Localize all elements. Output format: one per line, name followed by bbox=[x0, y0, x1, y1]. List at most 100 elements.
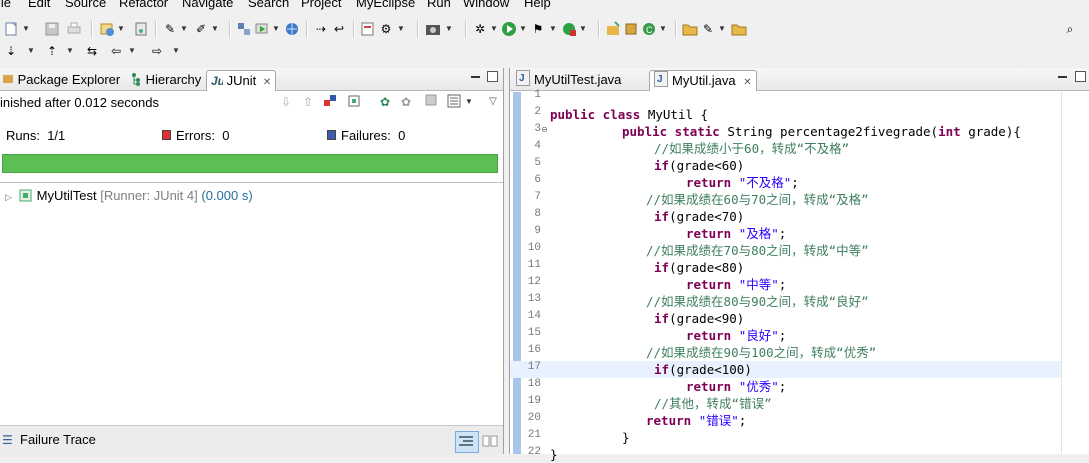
tab-package-explorer[interactable]: Package Explorer bbox=[2, 70, 120, 90]
external-tools-icon[interactable] bbox=[561, 21, 577, 37]
bug-icon[interactable]: ✲ bbox=[472, 21, 488, 37]
chevron-down-icon[interactable]: ▼ bbox=[490, 24, 498, 33]
menu-help[interactable]: Help bbox=[524, 0, 551, 10]
rerun-failed-first-icon[interactable]: ✿ bbox=[398, 94, 414, 110]
maximize-icon[interactable] bbox=[1075, 71, 1086, 82]
view-menu-icon[interactable]: ▽ bbox=[485, 94, 501, 110]
new-class-icon[interactable] bbox=[360, 21, 376, 37]
menu-source[interactable]: Source bbox=[65, 0, 106, 10]
code-line[interactable]: 1 bbox=[510, 89, 1070, 106]
test-run-history-icon[interactable] bbox=[446, 94, 462, 110]
menu-myeclipse[interactable]: MyEclipse bbox=[356, 0, 415, 10]
close-icon[interactable]: ✕ bbox=[743, 77, 751, 88]
code-line[interactable]: 6 return "不及格"; bbox=[510, 174, 1070, 191]
close-icon[interactable]: ✕ bbox=[263, 77, 271, 88]
chevron-down-icon[interactable]: ▼ bbox=[66, 46, 74, 55]
expand-arrow-icon[interactable]: ▷ bbox=[5, 192, 15, 203]
menu-navigate[interactable]: Navigate bbox=[182, 0, 233, 10]
browser-icon[interactable] bbox=[284, 21, 300, 37]
menu-file[interactable]: ile bbox=[0, 0, 11, 10]
last-edit-icon[interactable]: ⇆ bbox=[84, 43, 100, 59]
chevron-down-icon[interactable]: ▼ bbox=[117, 24, 125, 33]
coverage-icon[interactable]: ⚑ bbox=[530, 21, 546, 37]
code-line[interactable]: 13 //如果成绩在80与90之间，转成“良好” bbox=[510, 293, 1070, 310]
code-line[interactable]: 15 return "良好"; bbox=[510, 327, 1070, 344]
pen-icon[interactable]: ✎ bbox=[700, 21, 716, 37]
run-server-icon[interactable] bbox=[254, 21, 270, 37]
code-area[interactable]: 1 2 public class MyUtil {3 ⊖ public static S… bbox=[510, 89, 1089, 462]
folder-icon[interactable] bbox=[731, 21, 747, 37]
test-tree-item[interactable]: ▷ MyUtilTest [Runner: JUnit 4] (0.000 s) bbox=[5, 188, 253, 203]
tab-myutiltest-java[interactable]: MyUtilTest.java bbox=[516, 69, 621, 90]
chevron-down-icon[interactable]: ▼ bbox=[718, 24, 726, 33]
new-java-project-icon[interactable] bbox=[605, 21, 621, 37]
chevron-down-icon[interactable]: ▼ bbox=[27, 46, 35, 55]
new-icon[interactable] bbox=[3, 21, 19, 37]
code-line[interactable]: 11 if(grade<80) bbox=[510, 259, 1070, 276]
previous-failure-icon[interactable]: ⇧ bbox=[300, 94, 316, 110]
code-line[interactable]: 4 //如果成绩小于60，转成“不及格” bbox=[510, 140, 1070, 157]
chevron-down-icon[interactable]: ▼ bbox=[180, 24, 188, 33]
new-web-project-icon[interactable] bbox=[99, 21, 115, 37]
open-type-icon[interactable]: ⇢ bbox=[313, 21, 329, 37]
code-line[interactable]: 20 return "错误"; bbox=[510, 412, 1070, 429]
prev-annotation-icon[interactable]: ⇡ bbox=[44, 43, 60, 59]
tab-myutil-java[interactable]: MyUtil.java ✕ bbox=[649, 70, 757, 91]
save-icon[interactable] bbox=[44, 21, 60, 37]
stop-icon[interactable] bbox=[423, 94, 439, 110]
code-line[interactable]: 5 if(grade<60) bbox=[510, 157, 1070, 174]
debug-run-icon[interactable]: ✎ bbox=[162, 21, 178, 37]
chevron-down-icon[interactable]: ▼ bbox=[579, 24, 587, 33]
code-line[interactable]: 19 //其他，转成“错误” bbox=[510, 395, 1070, 412]
camera-icon[interactable] bbox=[425, 21, 441, 37]
menu-project[interactable]: Project bbox=[301, 0, 341, 10]
code-line[interactable]: 21} bbox=[510, 429, 1070, 446]
minimize-icon[interactable] bbox=[1058, 76, 1067, 78]
chevron-down-icon[interactable]: ▼ bbox=[128, 46, 136, 55]
forward-icon[interactable]: ⇨ bbox=[149, 43, 165, 59]
code-line[interactable]: 8 if(grade<70) bbox=[510, 208, 1070, 225]
rerun-test-icon[interactable]: ✿ bbox=[377, 94, 393, 110]
open-resource-icon[interactable]: ↩ bbox=[331, 21, 347, 37]
tab-junit[interactable]: Ju JUnit ✕ bbox=[206, 70, 277, 91]
code-line[interactable]: 22} bbox=[510, 446, 1070, 463]
chevron-down-icon[interactable]: ▼ bbox=[519, 24, 527, 33]
fold-toggle-icon[interactable]: ⊖ bbox=[541, 125, 548, 134]
minimize-icon[interactable] bbox=[471, 76, 480, 78]
print-icon[interactable] bbox=[66, 21, 82, 37]
compare-result-icon[interactable] bbox=[482, 433, 498, 449]
chevron-down-icon[interactable]: ▼ bbox=[172, 46, 180, 55]
chevron-down-icon[interactable]: ▼ bbox=[659, 24, 667, 33]
open-folder-icon[interactable] bbox=[682, 21, 698, 37]
search-tool-icon[interactable]: ✐ bbox=[193, 21, 209, 37]
back-icon[interactable]: ⇦ bbox=[108, 43, 124, 59]
menu-window[interactable]: Window bbox=[463, 0, 509, 10]
menu-run[interactable]: Run bbox=[427, 0, 451, 10]
chevron-down-icon[interactable]: ▼ bbox=[211, 24, 219, 33]
chevron-down-icon[interactable]: ▼ bbox=[272, 24, 280, 33]
menu-refactor[interactable]: Refactor bbox=[119, 0, 168, 10]
code-line[interactable]: 9 return "及格"; bbox=[510, 225, 1070, 242]
code-line[interactable]: 18 return "优秀"; bbox=[510, 378, 1070, 395]
run-icon[interactable] bbox=[501, 21, 517, 37]
deploy-icon[interactable] bbox=[236, 21, 252, 37]
chevron-down-icon[interactable]: ▼ bbox=[22, 24, 30, 33]
code-line[interactable]: 14 if(grade<90) bbox=[510, 310, 1070, 327]
chevron-down-icon[interactable]: ▼ bbox=[549, 24, 557, 33]
maximize-icon[interactable] bbox=[487, 71, 498, 82]
code-line[interactable]: 3 ⊖ public static String percentage2fivegr… bbox=[510, 123, 1070, 140]
filter-stack-trace-icon[interactable] bbox=[455, 431, 479, 453]
menu-edit[interactable]: Edit bbox=[28, 0, 50, 10]
chevron-down-icon[interactable]: ▼ bbox=[445, 24, 453, 33]
chevron-down-icon[interactable]: ▼ bbox=[465, 97, 473, 106]
code-line[interactable]: 16 //如果成绩在90与100之间，转成“优秀” bbox=[510, 344, 1070, 361]
globe-icon[interactable]: ⚙ bbox=[378, 21, 394, 37]
menu-search[interactable]: Search bbox=[248, 0, 289, 10]
next-failure-icon[interactable]: ⇩ bbox=[278, 94, 294, 110]
code-line[interactable]: 2 public class MyUtil { bbox=[510, 106, 1070, 123]
code-line[interactable]: 12 return "中等"; bbox=[510, 276, 1070, 293]
search-icon[interactable]: ⌕ bbox=[1062, 21, 1078, 37]
code-line[interactable]: 17 if(grade<100) bbox=[510, 361, 1070, 378]
scroll-lock-icon[interactable] bbox=[346, 94, 362, 110]
chevron-down-icon[interactable]: ▼ bbox=[397, 24, 405, 33]
